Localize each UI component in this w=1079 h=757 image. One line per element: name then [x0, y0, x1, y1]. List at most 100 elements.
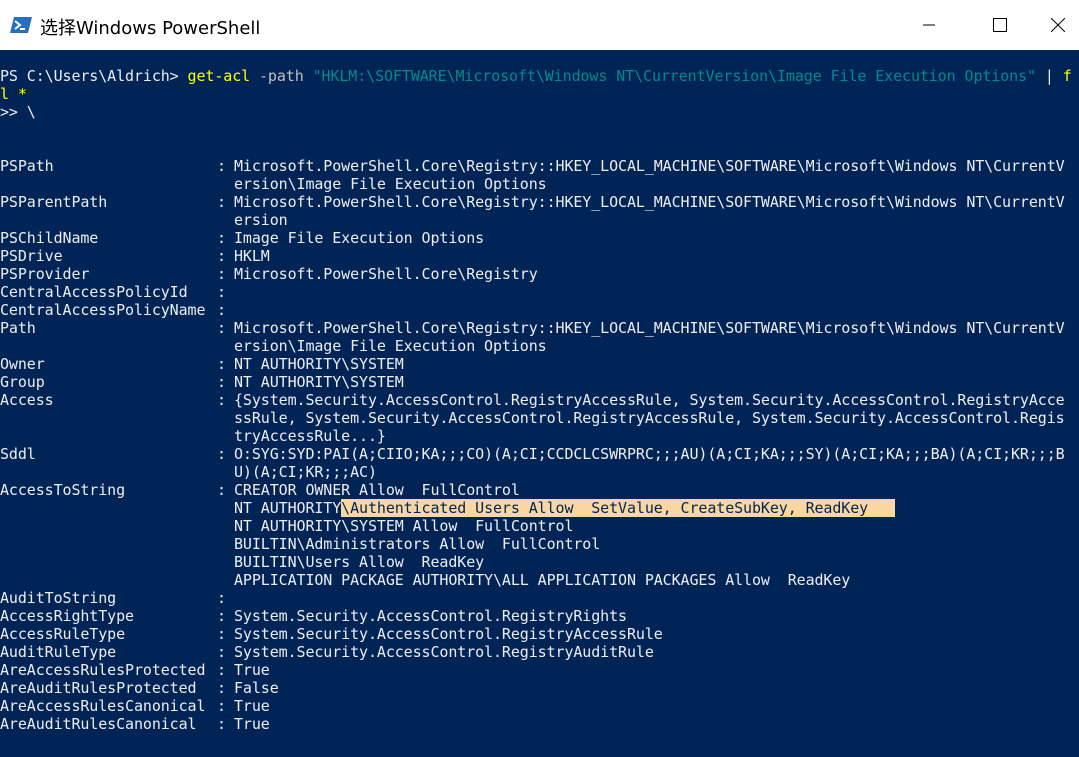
property-row: ersion\Image File Execution Options	[0, 337, 1079, 355]
property-name: PSChildName	[0, 229, 99, 247]
property-name: PSDrive	[0, 247, 63, 265]
property-value: System.Security.AccessControl.RegistryRi…	[234, 607, 627, 625]
property-name: CentralAccessPolicyName	[0, 301, 206, 319]
property-separator: :	[217, 265, 226, 283]
window-title: 选择Windows PowerShell	[40, 18, 261, 39]
overflow-char: f	[1062, 67, 1072, 85]
command-line-2: l *	[0, 85, 27, 103]
property-separator: :	[217, 157, 226, 175]
property-row: BUILTIN\Users Allow ReadKey	[0, 553, 1079, 571]
property-value: Microsoft.PowerShell.Core\Registry::HKEY…	[234, 193, 1065, 211]
property-value: Microsoft.PowerShell.Core\Registry::HKEY…	[234, 157, 1065, 175]
property-separator: :	[217, 319, 226, 337]
maximize-icon	[993, 18, 1007, 32]
property-name: AuditRuleType	[0, 643, 117, 661]
property-row: ssRule, System.Security.AccessControl.Re…	[0, 409, 1079, 427]
property-value: NT AUTHORITY\SYSTEM	[234, 373, 404, 391]
property-separator: :	[217, 247, 226, 265]
property-row: PSChildName: Image File Execution Options	[0, 229, 1079, 247]
property-value: True	[234, 715, 270, 733]
property-row: Path: Microsoft.PowerShell.Core\Registry:…	[0, 319, 1079, 337]
property-separator: :	[217, 481, 226, 499]
property-row: AreAuditRulesProtected: False	[0, 679, 1079, 697]
property-separator: :	[217, 301, 226, 319]
property-row: PSPath: Microsoft.PowerShell.Core\Registr…	[0, 157, 1079, 175]
property-row: CentralAccessPolicyName:	[0, 301, 1079, 319]
property-name: AreAuditRulesProtected	[0, 679, 197, 697]
title-bar[interactable]: 选择Windows PowerShell	[0, 0, 1079, 50]
property-row: BUILTIN\Administrators Allow FullControl	[0, 535, 1079, 553]
property-value: {System.Security.AccessControl.RegistryA…	[234, 391, 1065, 409]
property-value: True	[234, 697, 270, 715]
property-separator: :	[217, 193, 226, 211]
property-value: NT AUTHORITY\Authenticated Users Allow S…	[234, 499, 895, 517]
property-row: AuditToString:	[0, 589, 1079, 607]
property-value: BUILTIN\Users Allow ReadKey	[234, 553, 485, 571]
property-row: Owner: NT AUTHORITY\SYSTEM	[0, 355, 1079, 373]
property-separator: :	[217, 373, 226, 391]
maximize-button[interactable]	[977, 0, 1023, 50]
property-separator: :	[217, 607, 226, 625]
property-value: Microsoft.PowerShell.Core\Registry	[234, 265, 538, 283]
path-string: "HKLM:\SOFTWARE\Microsoft\Windows NT\Cur…	[312, 67, 1037, 85]
property-row: AreAuditRulesCanonical: True	[0, 715, 1079, 733]
property-value: Microsoft.PowerShell.Core\Registry::HKEY…	[234, 319, 1065, 337]
property-row: U)(A;CI;KR;;;AC)	[0, 463, 1079, 481]
property-name: AreAccessRulesProtected	[0, 661, 206, 679]
property-separator: :	[217, 697, 226, 715]
property-value: False	[234, 679, 279, 697]
property-value: HKLM	[234, 247, 270, 265]
cmdlet: get-acl	[187, 67, 251, 85]
console-output[interactable]: PS C:\Users\Aldrich> get-acl -path "HKLM…	[0, 50, 1079, 757]
close-button[interactable]	[1036, 0, 1079, 50]
property-row: PSDrive: HKLM	[0, 247, 1079, 265]
pipe: |	[1035, 67, 1063, 85]
property-row: APPLICATION PACKAGE AUTHORITY\ALL APPLIC…	[0, 571, 1079, 589]
property-row: PSParentPath: Microsoft.PowerShell.Core\R…	[0, 193, 1079, 211]
property-row: AuditRuleType: System.Security.AccessCont…	[0, 643, 1079, 661]
property-separator: :	[217, 625, 226, 643]
property-separator: :	[217, 589, 226, 607]
property-name: PSProvider	[0, 265, 90, 283]
property-row: AccessRightType: System.Security.AccessCo…	[0, 607, 1079, 625]
prompt: PS C:\Users\Aldrich>	[0, 67, 188, 85]
parameter: -path	[250, 67, 313, 85]
property-row: AreAccessRulesCanonical: True	[0, 697, 1079, 715]
property-separator: :	[217, 229, 226, 247]
property-row: NT AUTHORITY\SYSTEM Allow FullControl	[0, 517, 1079, 535]
property-value: ersion\Image File Execution Options	[234, 175, 547, 193]
property-row: Sddl: O:SYG:SYD:PAI(A;CIIO;KA;;;CO)(A;CI;…	[0, 445, 1079, 463]
property-name: Group	[0, 373, 45, 391]
property-row: PSProvider: Microsoft.PowerShell.Core\Reg…	[0, 265, 1079, 283]
property-name: Access	[0, 391, 54, 409]
property-value: APPLICATION PACKAGE AUTHORITY\ALL APPLIC…	[234, 571, 851, 589]
powershell-icon	[10, 16, 32, 34]
property-value: U)(A;CI;KR;;;AC)	[234, 463, 377, 481]
property-value: O:SYG:SYD:PAI(A;CIIO;KA;;;CO)(A;CI;CCDCL…	[234, 445, 1065, 463]
property-name: AuditToString	[0, 589, 117, 607]
property-value: System.Security.AccessControl.RegistryAu…	[234, 643, 654, 661]
property-row: ersion	[0, 211, 1079, 229]
minimize-button[interactable]	[906, 0, 952, 50]
property-name: AreAccessRulesCanonical	[0, 697, 206, 715]
property-separator: :	[217, 445, 226, 463]
property-value: NT AUTHORITY\SYSTEM Allow FullControl	[234, 517, 574, 535]
property-separator: :	[217, 643, 226, 661]
property-value: BUILTIN\Administrators Allow FullControl	[234, 535, 601, 553]
property-name: PSPath	[0, 157, 54, 175]
property-row: Access: {System.Security.AccessControl.Re…	[0, 391, 1079, 409]
command-line: PS C:\Users\Aldrich> get-acl -path "HKLM…	[0, 67, 1072, 85]
property-separator: :	[217, 283, 226, 301]
property-separator: :	[217, 661, 226, 679]
property-name: Path	[0, 319, 36, 337]
property-separator: :	[217, 715, 226, 733]
property-name: AccessRightType	[0, 607, 134, 625]
property-name: PSParentPath	[0, 193, 108, 211]
property-row: tryAccessRule...}	[0, 427, 1079, 445]
property-separator: :	[217, 391, 226, 409]
continuation-line: >> \	[0, 103, 36, 121]
text-selection[interactable]: \Authenticated Users Allow SetValue, Cre…	[341, 499, 895, 517]
property-name: AreAuditRulesCanonical	[0, 715, 197, 733]
property-name: AccessToString	[0, 481, 126, 499]
property-value: ssRule, System.Security.AccessControl.Re…	[234, 409, 1065, 427]
